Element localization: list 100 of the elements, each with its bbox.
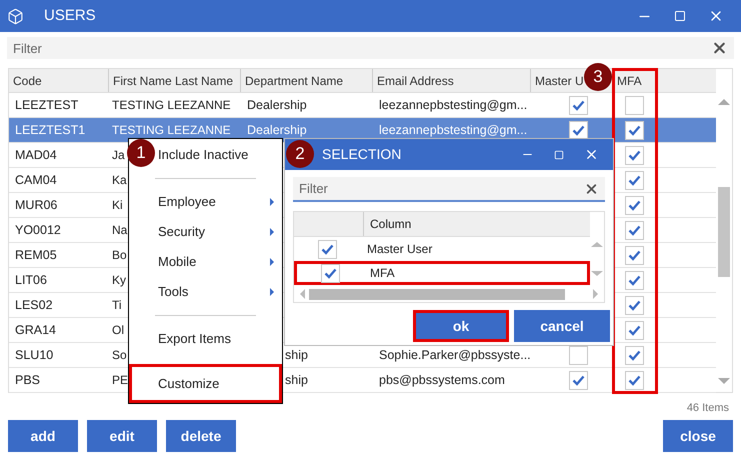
checkbox[interactable] xyxy=(625,320,644,340)
column-header[interactable]: Code xyxy=(13,72,42,90)
table-cell-text: TESTING LEEZANNE xyxy=(112,97,231,114)
check-icon xyxy=(628,300,641,310)
checkbox[interactable] xyxy=(625,370,644,390)
table-cell-text: pbs@pbssystems.com xyxy=(379,372,505,389)
table-cell-text: CAM04 xyxy=(15,172,57,189)
scroll-thumb[interactable] xyxy=(309,288,565,300)
checkbox[interactable] xyxy=(625,96,644,114)
checkbox[interactable] xyxy=(568,120,588,140)
submenu-arrow-icon xyxy=(270,198,274,206)
table-cell-text: REM05 xyxy=(15,246,57,264)
column-header[interactable]: MFA xyxy=(617,72,642,90)
table-cell-text: Ja xyxy=(112,147,125,164)
checkbox[interactable] xyxy=(625,120,644,140)
table-cell-text: GRA14 xyxy=(15,322,56,339)
check-icon xyxy=(628,250,641,260)
table-cell-text: ship xyxy=(285,372,308,389)
check-icon xyxy=(628,224,641,236)
check-icon xyxy=(628,124,641,136)
checkbox[interactable] xyxy=(625,170,644,190)
column-option[interactable]: Master User xyxy=(294,237,590,261)
check-icon xyxy=(628,200,641,210)
table-cell-text: TESTING LEEZANNE xyxy=(112,122,231,139)
action-button[interactable]: add xyxy=(8,420,78,452)
table-cell-text: Ka xyxy=(112,172,127,189)
checkbox[interactable] xyxy=(625,196,644,214)
check-icon xyxy=(628,374,641,386)
dialog-title: SELECTION xyxy=(322,145,402,164)
submenu-arrow-icon xyxy=(270,288,274,296)
submenu-arrow-icon xyxy=(270,258,274,266)
action-button[interactable]: edit xyxy=(87,420,157,452)
close-button[interactable]: close xyxy=(663,420,733,452)
checkbox[interactable] xyxy=(625,146,644,164)
checkbox[interactable] xyxy=(625,220,644,240)
ok-button[interactable]: ok xyxy=(413,310,509,342)
table-cell-text: LIT06 xyxy=(15,272,47,289)
column-header[interactable]: Column xyxy=(370,215,412,233)
check-icon xyxy=(628,150,641,160)
menu-item[interactable]: Mobile xyxy=(158,247,274,277)
filter-field[interactable]: Filter xyxy=(293,177,605,200)
column-header[interactable]: First Name Last Name xyxy=(113,72,234,90)
table-cell-text: leezannepbstesting@gm... xyxy=(379,122,528,139)
table-cell-text: Sophie.Parker@pbssyste... xyxy=(379,346,531,364)
table-cell-text: Bo xyxy=(112,247,127,264)
table-cell-text: ship xyxy=(285,346,308,364)
check-icon xyxy=(628,274,641,286)
cube-icon xyxy=(7,8,24,24)
maximize-icon[interactable] xyxy=(674,10,686,22)
window-title: USERS xyxy=(44,6,96,26)
action-button[interactable]: delete xyxy=(166,420,236,452)
table-cell-text: LES02 xyxy=(15,296,53,314)
check-icon xyxy=(321,244,334,254)
checkbox[interactable] xyxy=(625,270,644,290)
table-cell-text: Ol xyxy=(112,322,124,339)
checkbox[interactable] xyxy=(568,370,588,390)
checkbox[interactable] xyxy=(625,246,644,264)
cancel-button[interactable]: cancel xyxy=(514,310,610,342)
submenu-arrow-icon xyxy=(270,228,274,236)
column-header[interactable]: Department Name xyxy=(245,72,344,90)
table-cell-text: PBS xyxy=(15,372,40,389)
table-cell-text: SLU10 xyxy=(15,346,54,364)
column-option[interactable]: MFA xyxy=(294,261,590,285)
table-cell-text: LEEZTEST1 xyxy=(15,122,86,139)
check-icon xyxy=(628,324,641,336)
table-cell-text: PE xyxy=(112,372,128,389)
filter-field[interactable]: Filter xyxy=(7,37,734,59)
menu-item[interactable]: Tools xyxy=(158,277,274,307)
table-cell-text: Dealership xyxy=(247,122,307,139)
checkbox[interactable] xyxy=(568,346,588,364)
menu-item[interactable]: Include Inactive xyxy=(158,140,274,170)
check-icon xyxy=(572,374,584,386)
item-count: 46 Items xyxy=(686,401,729,415)
checkbox[interactable] xyxy=(321,264,340,282)
table-cell-text: So xyxy=(112,347,127,364)
table-cell-text: MAD04 xyxy=(15,146,57,164)
column-header[interactable]: Email Address xyxy=(377,72,454,90)
table-cell-text: Ki xyxy=(112,197,123,214)
menu-item[interactable]: Security xyxy=(158,217,274,247)
table-cell-text: Ky xyxy=(112,272,126,289)
table-cell-text: leezannepbstesting@gm... xyxy=(379,96,528,114)
clear-icon[interactable] xyxy=(711,40,728,56)
table-cell-text: LEEZTEST xyxy=(15,96,78,114)
check-icon xyxy=(572,124,584,136)
scroll-thumb[interactable] xyxy=(718,187,730,277)
menu-item[interactable]: Employee xyxy=(158,187,274,217)
check-icon xyxy=(628,350,641,360)
maximize-icon[interactable] xyxy=(554,150,564,160)
table-cell-text: MUR06 xyxy=(15,196,58,214)
checkbox[interactable] xyxy=(318,240,337,258)
column-header[interactable]: Master U xyxy=(535,72,584,90)
table-cell-text: YO0012 xyxy=(15,222,61,239)
check-icon xyxy=(628,174,641,186)
check-icon xyxy=(572,100,584,110)
check-icon xyxy=(324,268,337,278)
checkbox[interactable] xyxy=(625,346,644,364)
table-cell-text: Ti xyxy=(112,297,122,314)
checkbox[interactable] xyxy=(568,96,588,114)
checkbox[interactable] xyxy=(625,296,644,314)
table-cell-text: Dealership xyxy=(247,96,307,114)
